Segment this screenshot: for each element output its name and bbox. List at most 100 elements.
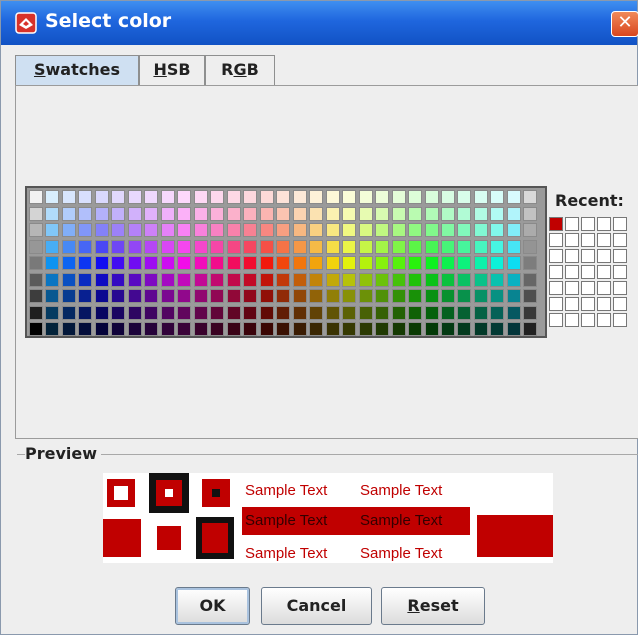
color-swatch[interactable] (473, 223, 488, 237)
color-swatch[interactable] (61, 272, 76, 287)
recent-color-swatch[interactable] (597, 297, 611, 311)
color-swatch[interactable] (177, 322, 192, 336)
color-swatch[interactable] (523, 272, 538, 287)
color-swatch[interactable] (144, 190, 159, 204)
color-swatch[interactable] (193, 190, 208, 204)
color-swatch[interactable] (144, 223, 159, 237)
color-swatch[interactable] (243, 190, 258, 204)
color-swatch[interactable] (473, 239, 488, 254)
color-swatch[interactable] (375, 256, 390, 270)
color-swatch[interactable] (94, 272, 109, 287)
color-swatch[interactable] (309, 256, 324, 270)
color-swatch[interactable] (309, 289, 324, 303)
color-swatch[interactable] (292, 239, 307, 254)
color-swatch[interactable] (29, 322, 43, 336)
color-swatch[interactable] (358, 305, 373, 320)
color-swatch[interactable] (424, 272, 439, 287)
color-swatch[interactable] (342, 190, 357, 204)
color-swatch[interactable] (127, 223, 142, 237)
color-swatch[interactable] (193, 305, 208, 320)
color-swatch[interactable] (473, 289, 488, 303)
recent-color-swatch[interactable] (581, 233, 595, 247)
recent-color-swatch[interactable] (581, 217, 595, 231)
color-swatch[interactable] (292, 190, 307, 204)
color-swatch[interactable] (309, 190, 324, 204)
color-swatch[interactable] (259, 223, 274, 237)
color-swatch[interactable] (78, 190, 93, 204)
color-swatch[interactable] (45, 223, 60, 237)
color-swatch[interactable] (177, 190, 192, 204)
color-swatch[interactable] (391, 322, 406, 336)
color-swatch[interactable] (473, 206, 488, 221)
color-swatch[interactable] (144, 322, 159, 336)
color-swatch[interactable] (457, 322, 472, 336)
color-swatch[interactable] (61, 305, 76, 320)
color-swatch[interactable] (342, 206, 357, 221)
color-swatch[interactable] (424, 223, 439, 237)
color-swatch[interactable] (78, 289, 93, 303)
color-swatch[interactable] (490, 289, 505, 303)
color-swatch[interactable] (226, 223, 241, 237)
color-swatch[interactable] (276, 305, 291, 320)
color-swatch[interactable] (506, 239, 521, 254)
color-swatch[interactable] (193, 223, 208, 237)
color-swatch[interactable] (259, 272, 274, 287)
color-swatch[interactable] (144, 272, 159, 287)
tab-swatches[interactable]: Swatches (15, 55, 139, 85)
recent-color-swatch[interactable] (597, 265, 611, 279)
color-swatch[interactable] (94, 256, 109, 270)
color-swatch[interactable] (193, 239, 208, 254)
color-swatch[interactable] (94, 239, 109, 254)
tab-hsb[interactable]: HSB (139, 55, 205, 85)
color-swatch[interactable] (160, 223, 175, 237)
color-swatch[interactable] (523, 206, 538, 221)
color-swatch[interactable] (210, 305, 225, 320)
color-swatch[interactable] (226, 256, 241, 270)
color-swatch[interactable] (243, 289, 258, 303)
color-swatch[interactable] (29, 272, 43, 287)
color-swatch[interactable] (226, 289, 241, 303)
color-swatch[interactable] (457, 289, 472, 303)
recent-color-swatch[interactable] (597, 281, 611, 295)
color-swatch[interactable] (94, 190, 109, 204)
color-swatch[interactable] (309, 322, 324, 336)
color-swatch[interactable] (259, 239, 274, 254)
color-swatch[interactable] (45, 305, 60, 320)
color-swatch[interactable] (490, 305, 505, 320)
color-swatch[interactable] (45, 190, 60, 204)
color-swatch[interactable] (210, 190, 225, 204)
color-swatch[interactable] (177, 289, 192, 303)
color-swatch[interactable] (490, 256, 505, 270)
color-swatch[interactable] (94, 206, 109, 221)
color-swatch[interactable] (325, 256, 340, 270)
color-swatch[interactable] (127, 190, 142, 204)
color-swatch[interactable] (375, 223, 390, 237)
recent-color-swatch[interactable] (581, 281, 595, 295)
recent-color-swatch[interactable] (565, 217, 579, 231)
color-swatch[interactable] (292, 256, 307, 270)
recent-color-swatch[interactable] (613, 297, 627, 311)
color-swatch[interactable] (45, 289, 60, 303)
color-swatch[interactable] (490, 190, 505, 204)
color-swatch[interactable] (259, 305, 274, 320)
color-swatch[interactable] (441, 305, 455, 320)
color-swatch[interactable] (358, 272, 373, 287)
color-swatch[interactable] (375, 272, 390, 287)
color-swatch[interactable] (243, 239, 258, 254)
color-swatch[interactable] (309, 272, 324, 287)
color-swatch[interactable] (506, 322, 521, 336)
swatch-grid[interactable] (25, 186, 547, 338)
color-swatch[interactable] (309, 206, 324, 221)
color-swatch[interactable] (358, 256, 373, 270)
color-swatch[interactable] (441, 256, 455, 270)
recent-color-swatch[interactable] (581, 297, 595, 311)
color-swatch[interactable] (78, 305, 93, 320)
color-swatch[interactable] (193, 322, 208, 336)
color-swatch[interactable] (29, 256, 43, 270)
recent-color-swatch[interactable] (597, 249, 611, 263)
color-swatch[interactable] (342, 289, 357, 303)
color-swatch[interactable] (61, 223, 76, 237)
close-button[interactable]: ✕ (611, 11, 638, 37)
color-swatch[interactable] (45, 239, 60, 254)
recent-color-swatch[interactable] (613, 233, 627, 247)
